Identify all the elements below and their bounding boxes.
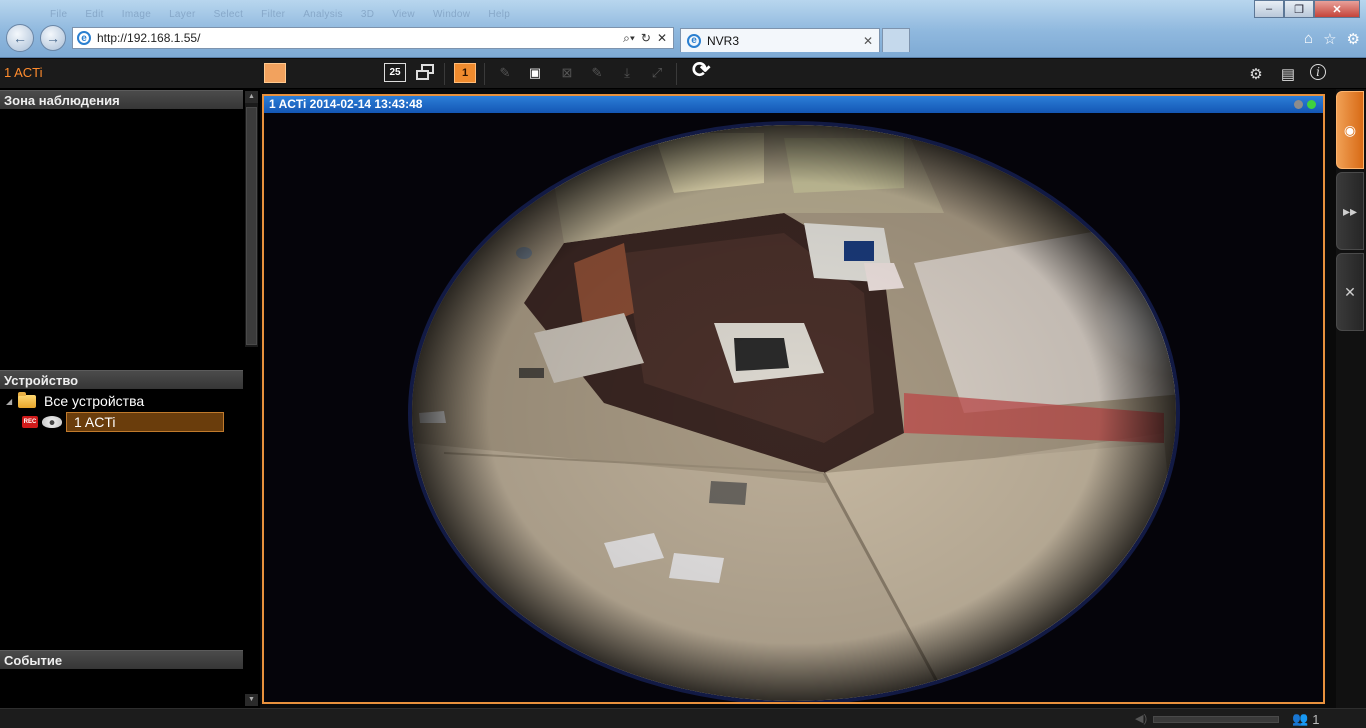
folder-icon [18, 391, 36, 408]
background-menu-ghost: File Edit Image Layer Select Filter Analysis 3D… [50, 9, 511, 20]
video-title-bar: 1 ACTi 2014-02-14 13:43:48 [264, 96, 1323, 113]
camera-title: 1 ACTi [4, 65, 43, 80]
sequence-icon[interactable] [414, 63, 436, 83]
selected-device-label[interactable]: 1 ACTi [66, 412, 224, 432]
eye-icon: ◉ [1343, 121, 1357, 138]
tree-root-row[interactable]: ◢ Все устройства [6, 391, 145, 410]
edit-view-icon: ✎ [499, 65, 511, 80]
fast-forward-icon: ▸▸ [1342, 202, 1358, 219]
ie-logo-icon: e [77, 31, 91, 45]
video-viewport[interactable]: 1 ACTi 2014-02-14 13:43:48 [262, 94, 1325, 704]
scroll-down-arrow[interactable]: ▼ [245, 694, 258, 706]
user-count: 1 [1312, 711, 1320, 727]
rec-badge: REC [22, 416, 38, 428]
search-icon[interactable]: ⌕▾ [623, 31, 635, 46]
forward-button[interactable]: → [40, 25, 66, 51]
settings-icon[interactable]: ⚙ [1246, 64, 1266, 84]
home-icon[interactable]: ⌂ [1304, 30, 1313, 48]
layout-25-button[interactable]: 25 [384, 63, 406, 82]
add-view-icon[interactable]: ▣ [524, 63, 546, 83]
tab-close-icon[interactable]: ✕ [863, 34, 879, 48]
scroll-up-arrow[interactable]: ▲ [245, 91, 258, 103]
tools-icon: ✕ [1344, 283, 1356, 300]
status-dot-green [1307, 100, 1316, 109]
volume-icon[interactable]: ◀) [1135, 712, 1147, 725]
right-rail: ◉ ▸▸ ✕ [1336, 89, 1366, 709]
setup-tab[interactable]: ✕ [1336, 253, 1364, 331]
event-section-header[interactable]: Событие [0, 650, 243, 669]
clear-view-icon: ⤢ [651, 65, 663, 80]
close-window-button[interactable]: ✕ [1314, 0, 1360, 18]
video-title: 1 ACTi 2014-02-14 13:43:48 [269, 97, 423, 111]
save-view-icon: ⤓ [624, 65, 630, 80]
tree-device-row[interactable]: REC 1 ACTi [22, 412, 224, 432]
fisheye-camera-icon [42, 416, 62, 428]
browser-tools: ⌂ ☆ ⚙ [1304, 30, 1360, 48]
forward-arrow-icon: → [46, 30, 60, 46]
tab-title: NVR3 [707, 33, 740, 48]
zone-scrollbar-thumb[interactable] [246, 107, 257, 345]
restore-button[interactable]: ❐ [1284, 0, 1314, 18]
window-controls: – ❐ ✕ [1254, 0, 1360, 18]
layout-1x1-button[interactable] [264, 63, 286, 83]
minimize-button[interactable]: – [1254, 0, 1284, 18]
address-text[interactable]: http://192.168.1.55/ [97, 31, 623, 45]
fisheye-video-image [264, 113, 1323, 702]
zone-section-header[interactable]: Зона наблюдения [0, 90, 243, 109]
browser-tab[interactable]: e NVR3 ✕ [680, 28, 880, 52]
new-tab-button[interactable] [882, 28, 910, 52]
delete-view-icon: ⊠ [561, 65, 573, 80]
document-icon[interactable]: ▤ [1278, 64, 1298, 84]
info-icon[interactable]: i [1310, 64, 1326, 80]
left-panel: Зона наблюдения ▲ Устройство ◢ Все устро… [0, 89, 260, 708]
layout-2x2-button[interactable] [294, 63, 316, 83]
stop-icon[interactable]: ✕ [657, 31, 667, 46]
app-header: 1 ACTi 25 1 ✎ ▣ ⊠ ✎ ⤓ ⤢ ⟳ ⚙ ▤ i [0, 57, 1366, 89]
star-icon[interactable]: ☆ [1323, 30, 1336, 48]
layout-4x4-button[interactable] [354, 63, 376, 83]
expand-arrow-icon[interactable]: ◢ [6, 397, 18, 406]
back-button[interactable]: ← [6, 24, 34, 52]
address-bar[interactable]: e http://192.168.1.55/ ⌕▾ ↻ ✕ [72, 27, 674, 49]
page-number-button[interactable]: 1 [454, 63, 476, 83]
device-section-header[interactable]: Устройство [0, 370, 243, 389]
refresh-icon[interactable]: ↻ [641, 31, 651, 46]
back-arrow-icon: ← [13, 30, 27, 46]
status-bar: ◀) 👥 1 [0, 708, 1366, 728]
gear-icon[interactable]: ⚙ [1347, 30, 1360, 48]
online-users: 👥 1 [1292, 711, 1319, 727]
status-dot-grey [1294, 100, 1303, 109]
browser-chrome: File Edit Image Layer Select Filter Analysis 3D… [0, 0, 1366, 58]
volume-slider[interactable] [1153, 716, 1279, 723]
refresh-view-icon[interactable]: ⟳ [692, 57, 710, 82]
layout-3x3-button[interactable] [324, 63, 346, 83]
tab-ie-icon: e [687, 33, 701, 48]
edit-layout-icon: ✎ [591, 65, 603, 80]
playback-tab[interactable]: ▸▸ [1336, 172, 1364, 250]
live-view-tab[interactable]: ◉ [1336, 91, 1364, 169]
users-icon: 👥 [1292, 711, 1309, 726]
tree-root-label: Все устройства [44, 393, 145, 409]
